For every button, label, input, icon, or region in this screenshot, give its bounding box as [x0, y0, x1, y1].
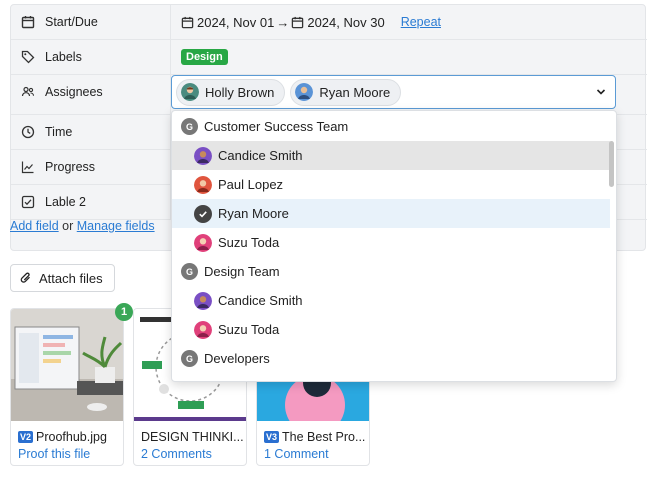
- user-option-suzu-toda[interactable]: Suzu Toda: [172, 315, 610, 344]
- assignees-dropdown[interactable]: G Customer Success Team Candice Smith Pa…: [171, 110, 617, 382]
- field-row-labels: Labels Design: [11, 40, 647, 75]
- start-date[interactable]: 2024, Nov 01: [197, 15, 274, 30]
- attach-files-button[interactable]: Attach files: [10, 264, 115, 292]
- trend-chart-icon: [21, 161, 34, 174]
- avatar: [194, 291, 212, 310]
- group-icon: G: [181, 118, 198, 135]
- checkbox-icon: [21, 195, 35, 209]
- field-label-labels: Labels: [11, 40, 171, 74]
- users-icon: [21, 86, 35, 97]
- user-option-candice-smith[interactable]: Candice Smith: [172, 141, 610, 170]
- user-option-candice-smith[interactable]: Candice Smith: [172, 286, 610, 315]
- attachment-card-proofhub[interactable]: 1 V2 Proofhub.jpg Proof this file: [10, 303, 133, 466]
- dropdown-scrollbar[interactable]: [609, 141, 614, 187]
- group-option-developers: G Developers: [172, 344, 610, 373]
- user-option-ryan-moore[interactable]: Ryan Moore: [172, 199, 610, 228]
- user-option-paul-lopez[interactable]: Paul Lopez: [172, 170, 610, 199]
- arrow-right-icon: →: [276, 14, 290, 30]
- manage-fields-link[interactable]: Manage fields: [77, 219, 155, 233]
- end-date[interactable]: 2024, Nov 30: [307, 15, 384, 30]
- version-badge: V2: [18, 431, 34, 443]
- attachment-name[interactable]: DESIGN THINKI...: [141, 430, 245, 444]
- attachment-name[interactable]: Proofhub.jpg: [36, 430, 107, 444]
- group-icon: G: [181, 350, 198, 367]
- end-calendar-icon: [292, 16, 304, 28]
- label-badge-design[interactable]: Design: [181, 49, 228, 65]
- checkmark-icon: [194, 204, 212, 223]
- avatar: [194, 175, 212, 194]
- avatar: [194, 146, 212, 165]
- field-label-assignees: Assignees: [11, 75, 171, 114]
- chevron-down-icon[interactable]: [595, 86, 607, 98]
- attachment-name[interactable]: The Best Pro...: [282, 430, 365, 444]
- field-label-start-due: Start/Due: [11, 5, 171, 39]
- field-row-start-due: Start/Due 2024, Nov 01 → 2024, Nov 30 Re…: [11, 5, 647, 40]
- assignees-select[interactable]: Holly Brown Ryan Moore: [171, 75, 616, 109]
- attachment-thumbnail[interactable]: [11, 309, 123, 421]
- repeat-link[interactable]: Repeat: [401, 15, 441, 29]
- proof-file-link[interactable]: Proof this file: [18, 447, 90, 461]
- group-option-design-team: G Design Team: [172, 257, 610, 286]
- calendar-icon: [21, 16, 35, 29]
- field-management-links: Add field or Manage fields: [10, 219, 155, 233]
- group-icon: G: [181, 263, 198, 280]
- field-label-progress: Progress: [11, 150, 171, 184]
- assignee-chip-ryan-moore[interactable]: Ryan Moore: [290, 78, 402, 106]
- start-calendar-icon: [181, 16, 194, 28]
- add-field-link[interactable]: Add field: [10, 219, 59, 233]
- comments-link[interactable]: 2 Comments: [141, 447, 212, 461]
- group-option-customer-success: G Customer Success Team: [172, 112, 610, 141]
- comments-link[interactable]: 1 Comment: [264, 447, 329, 461]
- avatar: [295, 83, 314, 101]
- avatar: [194, 320, 212, 339]
- avatar: [181, 83, 199, 101]
- version-badge: V3: [264, 431, 280, 443]
- field-label-time: Time: [11, 115, 171, 149]
- paperclip-icon: [20, 272, 30, 283]
- tag-icon: [21, 50, 35, 64]
- field-label-lable2: Lable 2: [11, 185, 171, 219]
- clock-icon: [21, 125, 35, 139]
- assignee-chip-holly-brown[interactable]: Holly Brown: [176, 78, 286, 106]
- comment-count-badge: 1: [115, 303, 133, 321]
- avatar: [194, 233, 212, 252]
- user-option-suzu-toda[interactable]: Suzu Toda: [172, 228, 610, 257]
- date-range[interactable]: 2024, Nov 01 → 2024, Nov 30 Repeat: [171, 5, 647, 39]
